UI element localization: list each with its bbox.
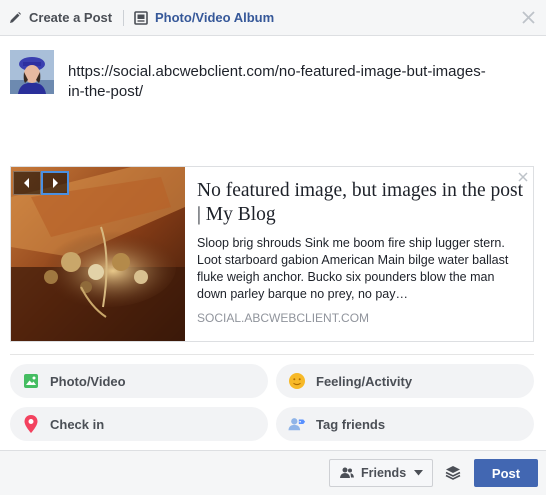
caret-down-icon <box>414 470 424 476</box>
tag-friends-button[interactable]: Tag friends <box>276 407 534 441</box>
tab-photo-video-album-label: Photo/Video Album <box>155 10 275 25</box>
carousel-next-button[interactable] <box>41 171 69 195</box>
location-pin-icon <box>22 415 40 433</box>
tab-create-post[interactable]: Create a Post <box>8 0 112 35</box>
carousel-prev-button[interactable] <box>13 171 41 195</box>
smiley-icon <box>288 372 306 390</box>
layers-icon[interactable] <box>444 464 462 482</box>
composer-header: Create a Post Photo/Video Album <box>0 0 546 36</box>
post-text-input[interactable]: https://social.abcwebclient.com/no-featu… <box>68 62 488 102</box>
post-button[interactable]: Post <box>474 459 538 487</box>
photo-video-button[interactable]: Photo/Video <box>10 364 268 398</box>
chevron-right-icon <box>53 178 58 188</box>
close-icon[interactable] <box>517 171 529 183</box>
header-divider <box>123 10 124 26</box>
avatar <box>10 50 54 94</box>
link-preview-card[interactable]: No featured image, but images in the pos… <box>10 166 534 342</box>
preview-domain: SOCIAL.ABCWEBCLIENT.COM <box>197 311 370 325</box>
tag-friends-icon <box>288 415 306 433</box>
preview-title[interactable]: No featured image, but images in the pos… <box>197 179 527 227</box>
composer-footer: Friends Post <box>0 450 546 495</box>
tag-friends-label: Tag friends <box>316 416 386 432</box>
preview-image <box>11 167 185 341</box>
carousel-controls <box>13 171 69 195</box>
divider <box>10 354 534 355</box>
audience-label: Friends <box>361 466 407 480</box>
photo-album-icon <box>134 10 148 25</box>
close-icon[interactable] <box>521 10 536 25</box>
feeling-activity-label: Feeling/Activity <box>316 373 413 389</box>
photo-icon <box>22 372 40 390</box>
preview-body: No featured image, but images in the pos… <box>197 179 527 325</box>
tab-create-post-label: Create a Post <box>29 10 113 25</box>
photo-video-label: Photo/Video <box>50 373 126 389</box>
friends-icon <box>340 467 354 479</box>
tab-photo-video-album[interactable]: Photo/Video Album <box>134 0 274 35</box>
pencil-icon <box>10 11 21 23</box>
audience-selector[interactable]: Friends <box>329 459 433 487</box>
preview-description: Sloop brig shrouds Sink me boom fire shi… <box>197 236 509 301</box>
chevron-left-icon <box>24 178 29 188</box>
feeling-activity-button[interactable]: Feeling/Activity <box>276 364 534 398</box>
check-in-button[interactable]: Check in <box>10 407 268 441</box>
check-in-label: Check in <box>50 416 105 432</box>
